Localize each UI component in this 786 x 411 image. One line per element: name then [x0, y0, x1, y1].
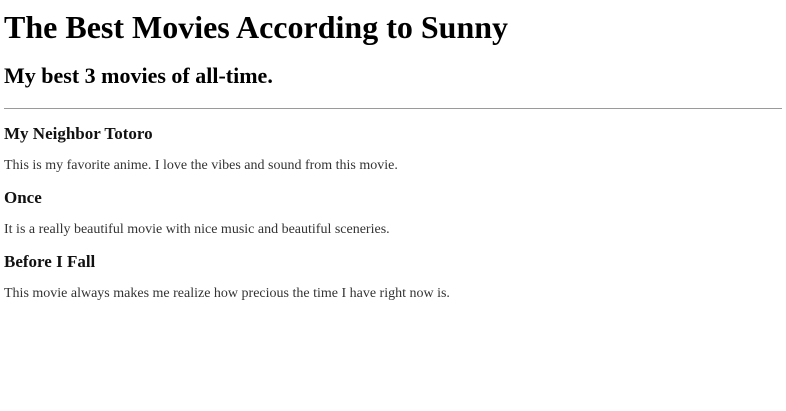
- movie-title: Once: [4, 188, 42, 207]
- divider: [4, 108, 782, 109]
- page-title: The Best Movies According to Sunny: [4, 9, 509, 45]
- movie-description: It is a really beautiful movie with nice…: [4, 222, 390, 237]
- movie-title: Before I Fall: [4, 252, 96, 271]
- movie-description: This movie always makes me realize how p…: [4, 286, 450, 301]
- movie-item-once: Once It is a really beautiful movie with…: [4, 187, 782, 239]
- movie-description: This is my favorite anime. I love the vi…: [4, 158, 398, 173]
- movie-item-before-i-fall: Before I Fall This movie always makes me…: [4, 251, 782, 303]
- movie-item-totoro: My Neighbor Totoro This is my favorite a…: [4, 123, 782, 175]
- page-subtitle: My best 3 movies of all-time.: [4, 63, 273, 88]
- movie-list: My Neighbor Totoro This is my favorite a…: [4, 123, 782, 303]
- movie-title: My Neighbor Totoro: [4, 124, 153, 143]
